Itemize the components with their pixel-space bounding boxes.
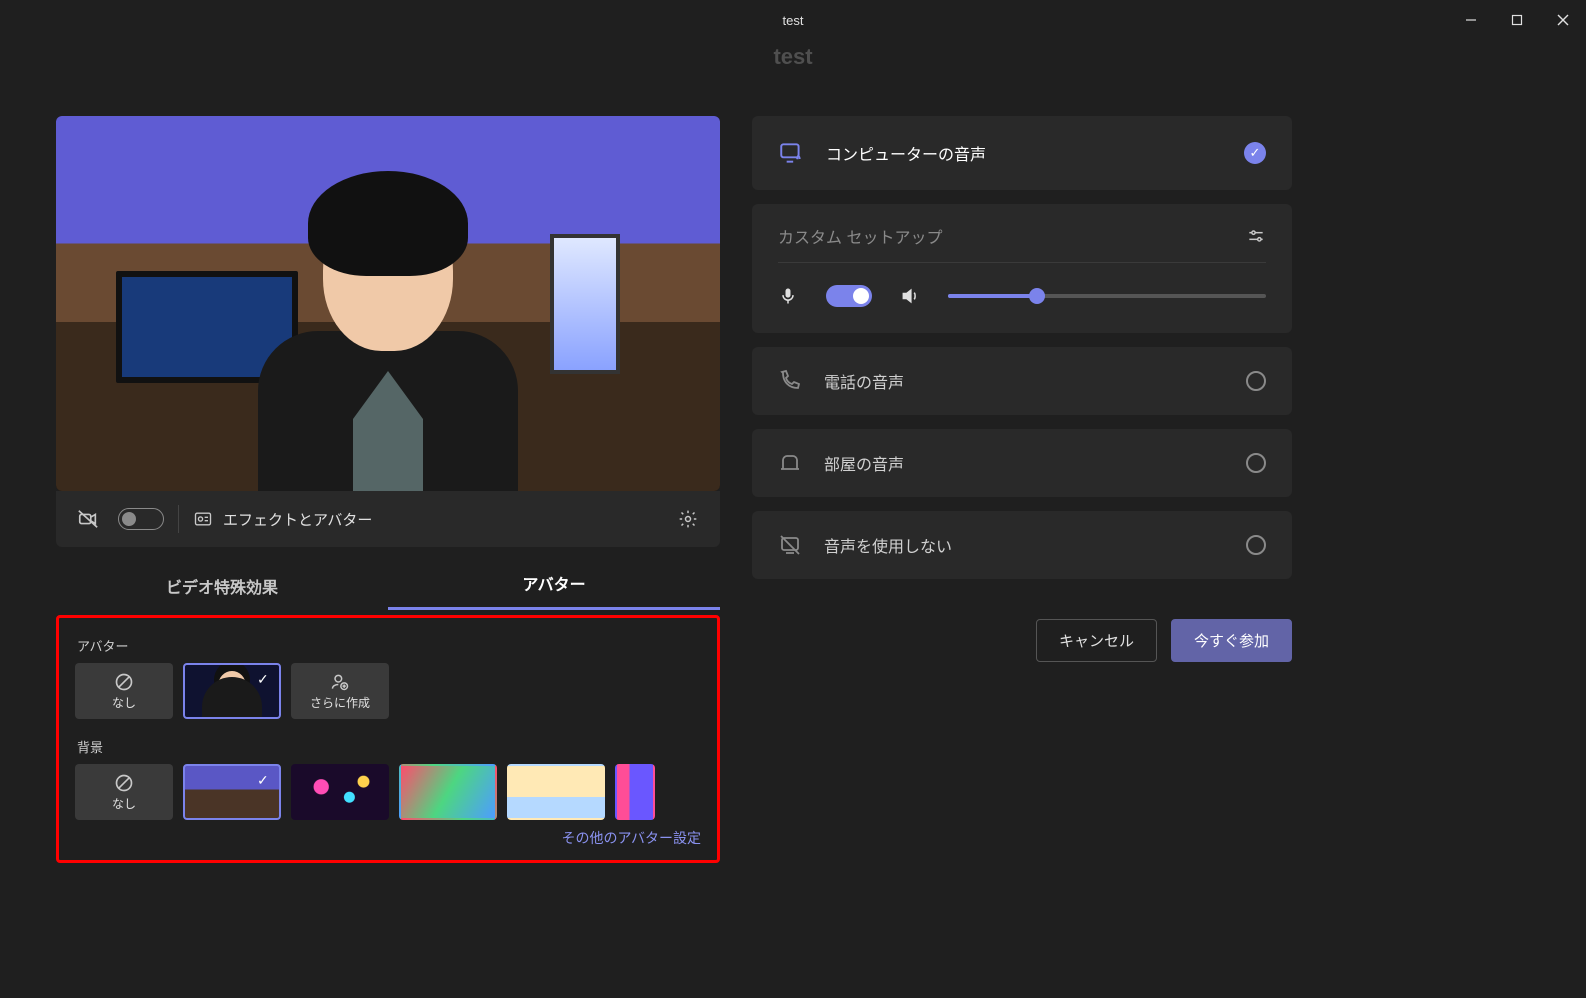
computer-audio-icon xyxy=(778,140,804,166)
audio-phone-label: 電話の音声 xyxy=(824,369,1224,393)
phone-icon xyxy=(778,369,802,393)
background-section-label: 背景 xyxy=(77,737,701,756)
audio-computer-label: コンピューターの音声 xyxy=(826,141,1222,165)
no-audio-icon xyxy=(778,533,802,557)
settings-sliders-icon[interactable] xyxy=(1246,226,1266,246)
background-none-label: なし xyxy=(112,795,136,812)
prohibit-icon xyxy=(114,672,134,692)
selected-check-icon: ✓ xyxy=(1244,142,1266,164)
tab-video-effects[interactable]: ビデオ特殊効果 xyxy=(56,574,388,610)
background-option-2[interactable] xyxy=(291,764,389,820)
effects-icon xyxy=(193,509,213,529)
toolbar-divider xyxy=(178,505,179,533)
cancel-button[interactable]: キャンセル xyxy=(1036,619,1157,662)
radio-unselected xyxy=(1246,453,1266,473)
audio-option-computer[interactable]: コンピューターの音声 ✓ xyxy=(752,116,1292,190)
avatar-panel-highlight: アバター なし ✓ さらに作成 背景 xyxy=(56,615,720,863)
effects-avatar-label[interactable]: エフェクトとアバター xyxy=(223,509,372,530)
audio-room-label: 部屋の音声 xyxy=(824,451,1224,475)
close-button[interactable] xyxy=(1540,0,1586,40)
avatar-none-tile[interactable]: なし xyxy=(75,663,173,719)
microphone-toggle[interactable] xyxy=(826,285,872,307)
preview-toolbar: エフェクトとアバター xyxy=(56,491,720,547)
audio-none-label: 音声を使用しない xyxy=(824,533,1224,557)
avatar-section-label: アバター xyxy=(77,636,701,655)
speaker-icon[interactable] xyxy=(900,286,920,306)
camera-toggle[interactable] xyxy=(118,508,164,530)
more-avatar-settings-link[interactable]: その他のアバター設定 xyxy=(75,828,701,848)
check-icon: ✓ xyxy=(257,772,273,788)
radio-unselected xyxy=(1246,371,1266,391)
meeting-name: test xyxy=(0,44,1586,72)
maximize-button[interactable] xyxy=(1494,0,1540,40)
background-none-tile[interactable]: なし xyxy=(75,764,173,820)
custom-setup-label: カスタム セットアップ xyxy=(778,224,942,248)
settings-gear-icon[interactable] xyxy=(672,503,704,535)
tab-avatar[interactable]: アバター xyxy=(388,571,720,610)
audio-option-none[interactable]: 音声を使用しない xyxy=(752,511,1292,579)
video-preview xyxy=(56,116,720,491)
titlebar: test xyxy=(0,0,1586,40)
radio-unselected xyxy=(1246,535,1266,555)
audio-option-room[interactable]: 部屋の音声 xyxy=(752,429,1292,497)
window-controls xyxy=(1448,0,1586,40)
camera-off-icon[interactable] xyxy=(72,503,104,535)
audio-option-phone[interactable]: 電話の音声 xyxy=(752,347,1292,415)
avatar-preview xyxy=(258,171,518,491)
avatar-none-label: なし xyxy=(112,694,136,711)
background-option-1[interactable]: ✓ xyxy=(183,764,281,820)
background-option-4[interactable] xyxy=(507,764,605,820)
avatar-create-more-tile[interactable]: さらに作成 xyxy=(291,663,389,719)
person-add-icon xyxy=(330,672,350,692)
background-option-5[interactable] xyxy=(615,764,655,820)
window-title: test xyxy=(783,13,804,28)
avatar-option-1[interactable]: ✓ xyxy=(183,663,281,719)
avatar-create-more-label: さらに作成 xyxy=(310,694,370,711)
custom-setup-panel: カスタム セットアップ xyxy=(752,204,1292,333)
check-icon: ✓ xyxy=(257,671,273,687)
volume-slider[interactable] xyxy=(948,294,1266,298)
effects-tabs: ビデオ特殊効果 アバター xyxy=(56,561,720,611)
room-icon xyxy=(778,451,802,475)
action-buttons: キャンセル 今すぐ参加 xyxy=(752,619,1292,662)
background-option-3[interactable] xyxy=(399,764,497,820)
prohibit-icon xyxy=(114,773,134,793)
join-now-button[interactable]: 今すぐ参加 xyxy=(1171,619,1292,662)
minimize-button[interactable] xyxy=(1448,0,1494,40)
microphone-icon[interactable] xyxy=(778,286,798,306)
